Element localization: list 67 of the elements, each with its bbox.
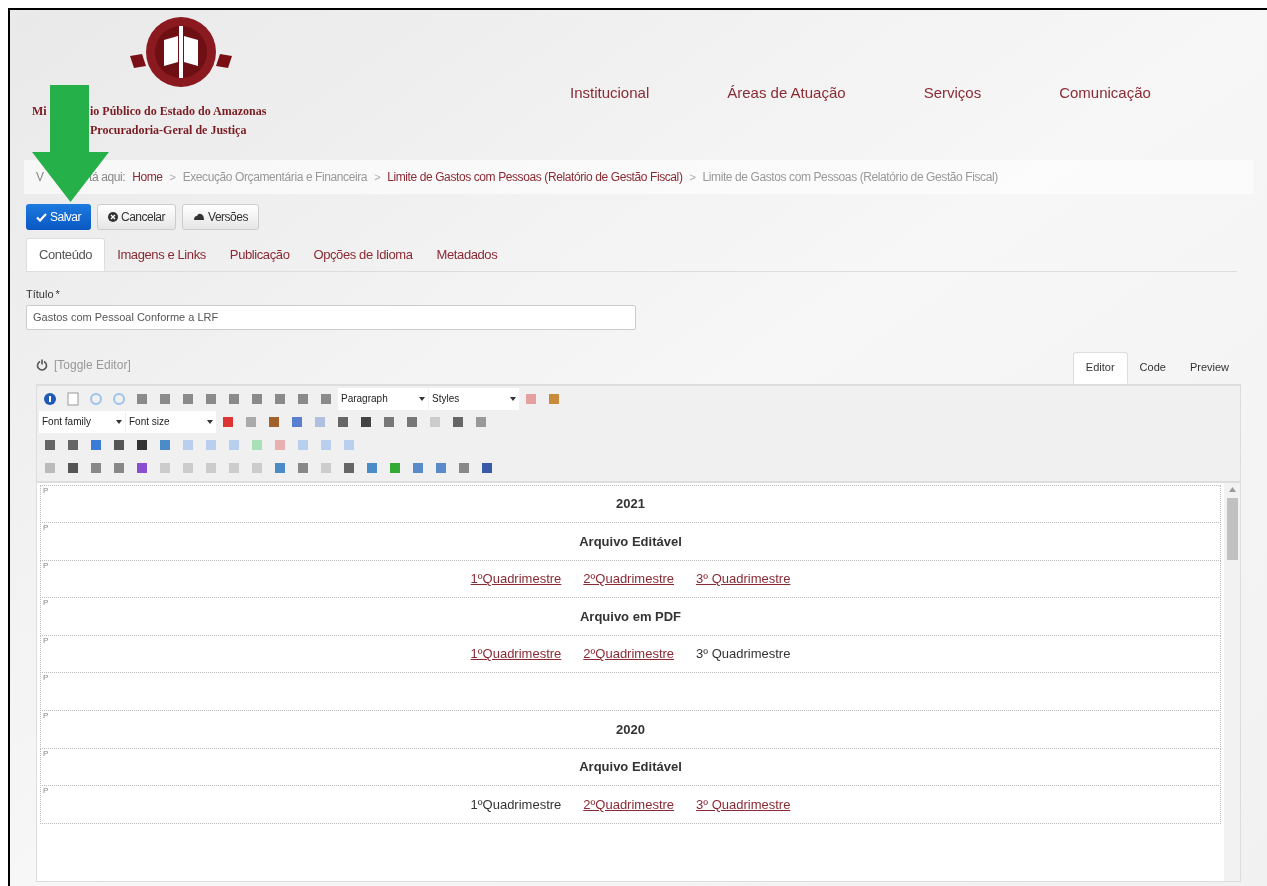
close-icon: [108, 212, 118, 222]
cancel-button[interactable]: Cancelar: [97, 204, 177, 230]
breadcrumb-separator: >: [374, 169, 381, 185]
document-link[interactable]: 2ºQuadrimestre: [583, 794, 675, 815]
org-name-text: Mi: [32, 103, 48, 120]
heading-text: Arquivo Editável: [579, 758, 682, 777]
editor-tab[interactable]: Code: [1127, 351, 1178, 384]
nav-link[interactable]: Serviços: [923, 82, 982, 105]
check-icon: [36, 212, 47, 222]
nav-link[interactable]: Áreas de Atuação: [727, 82, 846, 105]
document-label: 1ºQuadrimestre: [470, 795, 562, 814]
document-link[interactable]: 3º Quadrimestre: [696, 794, 791, 815]
caret-icon: [116, 419, 122, 424]
breadcrumb-label: V: [36, 169, 45, 186]
document-link[interactable]: 1ºQuadrimestre: [470, 569, 562, 589]
breadcrumb-link[interactable]: Limite de Gastos com Pessoas (Relatório de Gestão Fiscal): [387, 168, 683, 186]
tab[interactable]: Imagens e Links: [105, 238, 218, 271]
breadcrumb-separator: >: [169, 169, 176, 185]
caret-icon: [510, 396, 516, 401]
paragraph-marker: P: [43, 673, 49, 683]
paragraph-marker: P: [43, 598, 49, 608]
breadcrumb-link[interactable]: Home: [132, 168, 163, 186]
tab[interactable]: Metadados: [424, 238, 510, 271]
document-label: 3º Quadrimestre: [696, 645, 791, 664]
document-link[interactable]: 2ºQuadrimestre: [583, 569, 675, 589]
paragraph-marker: P: [43, 560, 49, 570]
nav-link[interactable]: Comunicação: [1059, 82, 1151, 105]
nav-link[interactable]: Institucional: [570, 82, 650, 105]
document-link[interactable]: 1ºQuadrimestre: [470, 644, 562, 664]
dropdown[interactable]: Styles: [429, 387, 519, 410]
breadcrumb-item: Limite de Gastos com Pessoas (Relatório de Gestão Fiscal): [702, 169, 998, 186]
paragraph-marker: P: [43, 485, 49, 495]
breadcrumb-item: Execução Orçamentária e Financeira: [182, 169, 368, 186]
versions-button[interactable]: Versões: [182, 204, 259, 230]
field-label: Título: [26, 288, 54, 300]
breadcrumb-separator: >: [689, 169, 696, 185]
tab[interactable]: Opções de Idioma: [301, 238, 425, 271]
title-input-field[interactable]: Gastos com Pessoal Conforme a LRF: [26, 304, 636, 330]
required-mark: *: [55, 288, 60, 300]
dropdown[interactable]: Font size: [126, 410, 216, 433]
editor-tab[interactable]: Editor: [1072, 351, 1128, 384]
power-icon: [36, 358, 48, 371]
primary-button[interactable]: Salvar: [26, 204, 91, 230]
paragraph-marker: P: [43, 711, 49, 721]
paragraph-marker: P: [43, 786, 49, 796]
tab[interactable]: Publicação: [217, 238, 302, 271]
scroll-up-icon[interactable]: [1228, 486, 1236, 492]
heading-text: 2021: [616, 495, 645, 514]
heading-text: Arquivo em PDF: [579, 607, 682, 626]
document-link[interactable]: 2ºQuadrimestre: [583, 644, 675, 664]
scrollbar[interactable]: [1224, 482, 1240, 881]
org-name-text: io Público do Estado do Amazonas: [90, 103, 267, 120]
paragraph-marker: P: [43, 748, 49, 758]
dropdown[interactable]: Paragraph: [338, 387, 428, 410]
dropdown[interactable]: Font family: [39, 410, 125, 433]
editor-tab[interactable]: Preview: [1177, 351, 1241, 384]
document-link[interactable]: 3º Quadrimestre: [696, 569, 791, 589]
heading-text: Arquivo Editável: [579, 532, 682, 551]
paragraph-marker: P: [43, 635, 49, 645]
caret-icon: [419, 396, 425, 401]
paragraph-marker: P: [43, 523, 49, 533]
scrollbar-thumb[interactable]: [1226, 497, 1238, 560]
org-subtitle-text: Procuradoria-Geral de Justiça: [89, 122, 248, 139]
caret-icon: [207, 419, 213, 424]
cloud-icon: [193, 213, 206, 221]
heading-text: 2020: [616, 720, 645, 739]
tab[interactable]: Conteúdo: [26, 238, 106, 271]
